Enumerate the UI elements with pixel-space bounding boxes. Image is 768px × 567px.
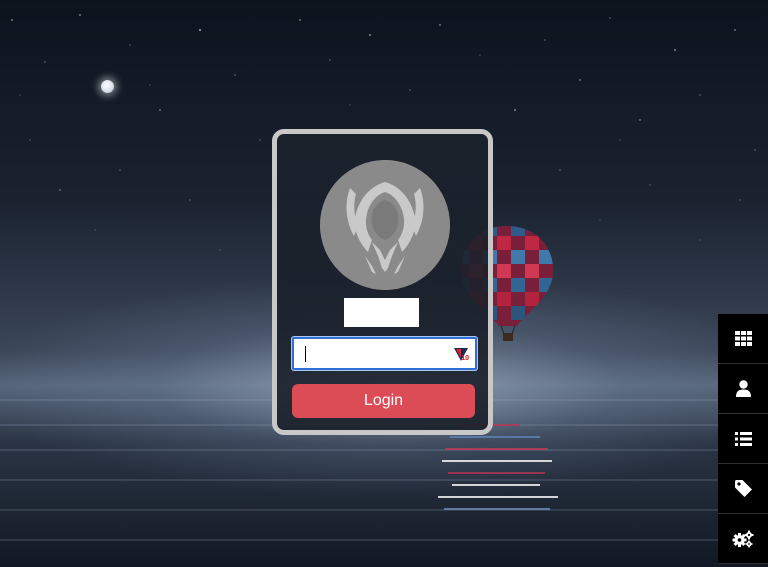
tag-icon: [734, 480, 752, 497]
apps-button[interactable]: [718, 314, 768, 364]
settings-button[interactable]: [718, 514, 768, 564]
tag-button[interactable]: [718, 464, 768, 514]
moon: [101, 80, 114, 93]
user-button[interactable]: [718, 364, 768, 414]
grid-icon: [734, 331, 752, 346]
login-button[interactable]: Login: [292, 384, 475, 418]
list-button[interactable]: [718, 414, 768, 464]
username-field[interactable]: [344, 298, 419, 327]
gears-icon: [732, 530, 754, 547]
password-field[interactable]: 10: [292, 337, 477, 370]
avatar: [320, 160, 450, 290]
password-input[interactable]: [304, 339, 448, 368]
password-manager-badge: 10: [461, 355, 469, 362]
helmet-logo-icon: [320, 160, 450, 290]
text-caret: [305, 346, 306, 362]
list-icon: [734, 431, 752, 446]
login-card: 10 Login: [272, 129, 493, 435]
password-manager-icon[interactable]: 10: [453, 346, 469, 363]
side-toolbar: [718, 314, 768, 567]
user-icon: [735, 380, 751, 397]
